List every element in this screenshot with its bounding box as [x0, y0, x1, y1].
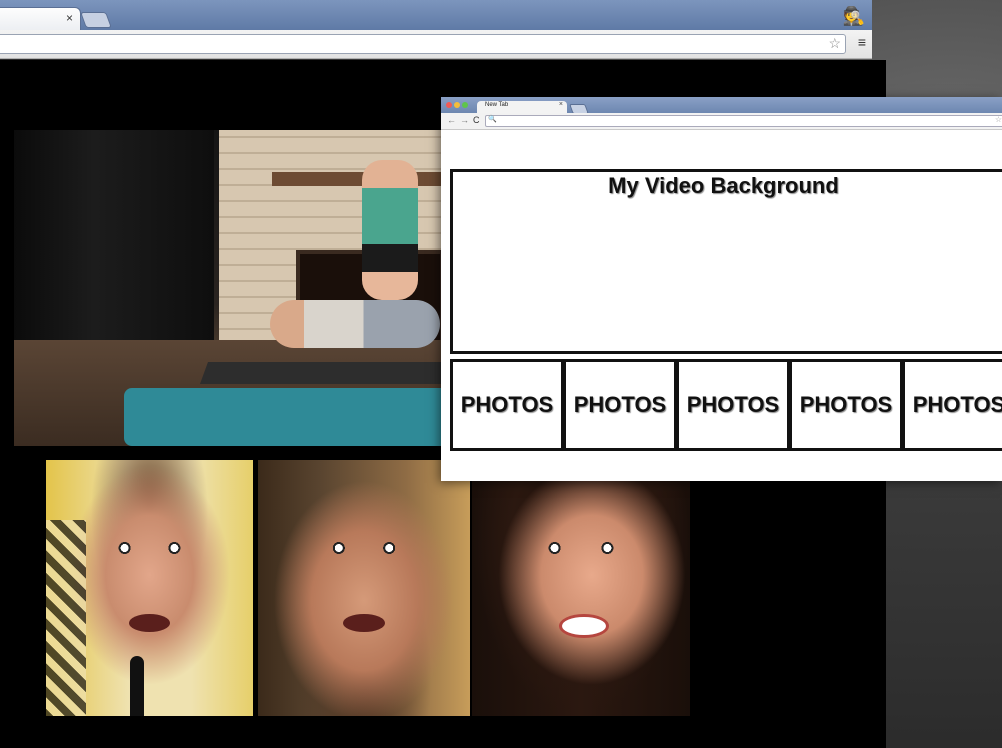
microphone-icon: [130, 656, 144, 716]
surprised-man-photo: [46, 460, 253, 716]
chrome-menu-icon[interactable]: ≡: [858, 34, 866, 50]
mockup-address-bar[interactable]: 🔍: [485, 115, 1002, 127]
photo-cell-1: PHOTOS: [450, 359, 564, 451]
photo-label: PHOTOS: [686, 392, 780, 417]
mockup-bookmark-star-icon[interactable]: ☆: [995, 115, 1002, 124]
hero-title: My Video Background: [608, 173, 839, 198]
back-tab-close-icon[interactable]: ×: [66, 11, 73, 25]
search-icon: 🔍: [488, 116, 497, 123]
mockup-tab-strip: New Tab ×: [441, 97, 1002, 114]
mockup-toolbar: ← → C 🔍 ☆: [441, 113, 1002, 130]
mockup-tab[interactable]: New Tab ×: [477, 101, 567, 113]
photo-label: PHOTOS: [460, 392, 554, 417]
zoom-window-icon[interactable]: [462, 102, 468, 108]
minimize-window-icon[interactable]: [454, 102, 460, 108]
back-new-tab-button[interactable]: [80, 12, 112, 28]
photo-label: PHOTOS: [573, 392, 667, 417]
yoga-video-image: [14, 130, 454, 446]
smiling-woman-photo: [472, 460, 690, 716]
photo-cell-2: PHOTOS: [563, 359, 677, 451]
photo-cell-5: PHOTOS: [902, 359, 1002, 451]
bearded-man-photo: [258, 460, 470, 716]
close-window-icon[interactable]: [446, 102, 452, 108]
bookmark-star-icon[interactable]: ☆: [828, 35, 841, 52]
incognito-icon: 🕵: [842, 6, 866, 26]
back-arrow-icon[interactable]: ←: [447, 115, 456, 125]
photo-cell-4: PHOTOS: [789, 359, 903, 451]
back-toolbar: ☆ ≡: [0, 30, 872, 59]
mockup-browser-window: New Tab × ← → C 🔍 ☆ My Video Background …: [441, 97, 1002, 481]
photo-cell-3: PHOTOS: [676, 359, 790, 451]
photo-label: PHOTOS: [799, 392, 893, 417]
back-browser-window: × 🕵 ☆ ≡: [0, 0, 872, 60]
photo-label: PHOTOS: [912, 392, 1002, 417]
forward-arrow-icon[interactable]: →: [460, 115, 469, 125]
back-browser-tab[interactable]: ×: [0, 7, 81, 31]
reload-icon[interactable]: C: [473, 115, 480, 125]
back-address-bar[interactable]: ☆: [0, 34, 846, 54]
back-tab-strip: × 🕵: [0, 0, 872, 31]
mockup-tab-title: New Tab: [485, 102, 509, 108]
mockup-tab-close-icon[interactable]: ×: [559, 101, 563, 108]
